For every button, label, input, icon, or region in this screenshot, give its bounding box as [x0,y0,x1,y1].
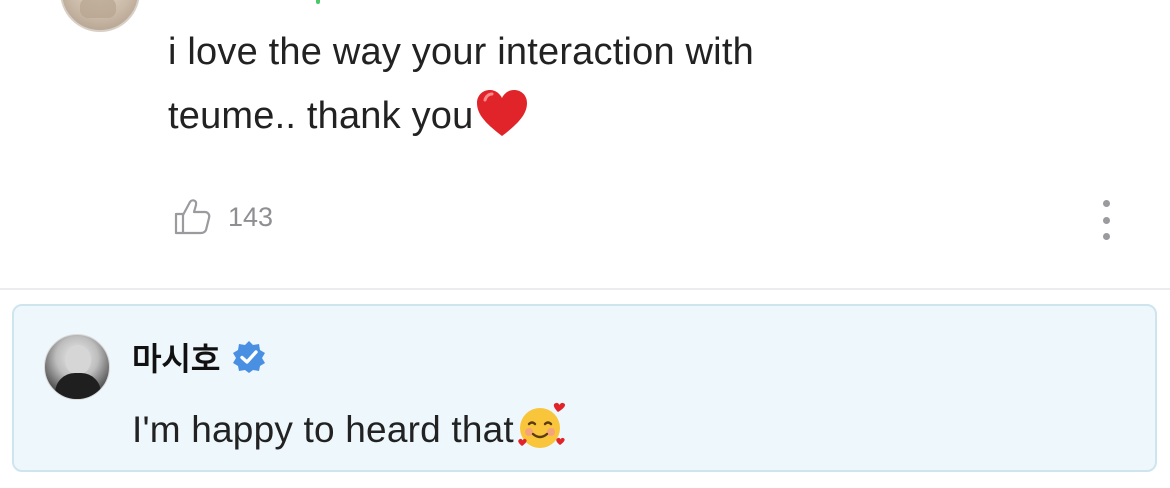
commenter-avatar[interactable] [60,0,140,32]
fan-comment: i love the way your interaction with teu… [0,0,1170,288]
comment-text-line2-text: teume.. thank you [168,95,474,137]
comment-thread: i love the way your interaction with teu… [0,0,1170,488]
online-indicator [316,0,320,4]
artist-avatar[interactable] [44,334,110,400]
comment-text-line1: i love the way your interaction with [168,31,754,73]
comment-text-line2: teume.. thank you [168,84,888,158]
more-options-icon[interactable] [1096,200,1116,240]
comment-actions: 143 [172,196,273,238]
artist-reply-card: 마시호 I'm happy to heard that [12,304,1157,472]
reply-author-name: 마시호 [132,341,221,377]
verified-badge-icon [232,340,266,374]
reply-text: I'm happy to heard that [132,409,514,450]
divider [0,288,1170,290]
comment-body: i love the way your interaction with teu… [168,20,888,158]
reply-author[interactable]: 마시호 [132,334,266,380]
red-heart-icon [475,88,529,158]
smiling-face-with-hearts-icon [516,402,568,459]
reply-body: I'm happy to heard that [132,402,568,459]
thumbs-up-icon[interactable] [172,197,212,237]
like-count: 143 [228,201,274,232]
